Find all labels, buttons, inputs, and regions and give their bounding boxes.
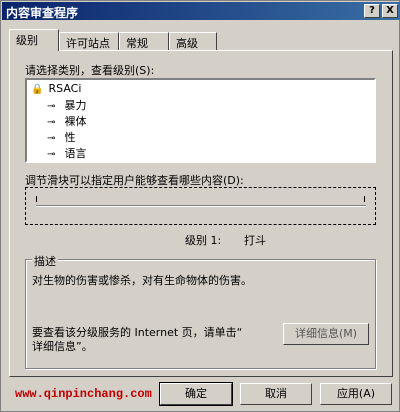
tab-approved-sites[interactable]: 许可站点: [59, 32, 119, 51]
slider-track[interactable]: [36, 205, 366, 207]
category-tree[interactable]: 🔒 RSACi ⊸ 暴力 ⊸ 裸体 ⊸ 性 ⊸ 语言: [25, 78, 376, 163]
more-info-text-2: 详细信息”。: [32, 340, 93, 353]
key-icon: ⊸: [47, 132, 56, 144]
help-button[interactable]: ?: [364, 4, 380, 18]
tree-root-label: RSACi: [48, 82, 82, 95]
tree-item-label: 性: [64, 131, 76, 144]
level-value: 打斗: [244, 234, 266, 247]
tab-general[interactable]: 常规: [119, 32, 169, 51]
key-icon: ⊸: [47, 100, 56, 112]
title-bar[interactable]: 内容审查程序 ? X: [2, 2, 400, 20]
rating-slider[interactable]: [25, 187, 376, 225]
tree-item-label: 语言: [64, 147, 87, 160]
tree-item-label: 暴力: [64, 99, 87, 112]
content-advisor-window: 内容审查程序 ? X 级别 许可站点 常规 高级 请选择类别，查看级别(S): …: [0, 0, 400, 412]
tab-ratings[interactable]: 级别: [9, 29, 59, 51]
window-title: 内容审查程序: [6, 6, 79, 20]
description-group: 描述 对生物的伤害或惨杀，对有生命物体的伤害。 要查看该分级服务的 Intern…: [25, 253, 376, 369]
tree-root[interactable]: 🔒 RSACi: [31, 82, 81, 97]
tree-item-nudity[interactable]: ⊸ 裸体: [47, 113, 87, 128]
tree-item-violence[interactable]: ⊸ 暴力: [47, 97, 87, 112]
tree-item-sex[interactable]: ⊸ 性: [47, 129, 76, 144]
key-icon: ⊸: [47, 116, 56, 128]
tree-item-label: 裸体: [64, 115, 87, 128]
slider-tick-left: [36, 196, 37, 202]
level-text: 级别 1:: [185, 234, 222, 247]
rating-service-icon: 🔒: [31, 83, 44, 95]
ok-button[interactable]: 确定: [159, 382, 233, 406]
close-button[interactable]: X: [382, 4, 398, 18]
apply-button[interactable]: 应用(A): [320, 383, 392, 405]
description-text: 对生物的伤害或惨杀，对有生命物体的伤害。: [32, 274, 252, 287]
tab-advanced[interactable]: 高级: [169, 32, 217, 51]
watermark: www.qinpinchang.com: [15, 387, 152, 401]
tree-item-language[interactable]: ⊸ 语言: [47, 145, 87, 160]
description-legend: 描述: [32, 253, 58, 269]
category-label: 请选择类别，查看级别(S):: [25, 64, 155, 77]
slider-label: 调节滑块可以指定用户能够查看哪些内容(D):: [25, 174, 244, 187]
key-icon: ⊸: [47, 148, 56, 160]
slider-tick-right: [364, 196, 365, 202]
more-info-button[interactable]: 详细信息(M): [283, 323, 369, 345]
cancel-button[interactable]: 取消: [240, 383, 312, 405]
